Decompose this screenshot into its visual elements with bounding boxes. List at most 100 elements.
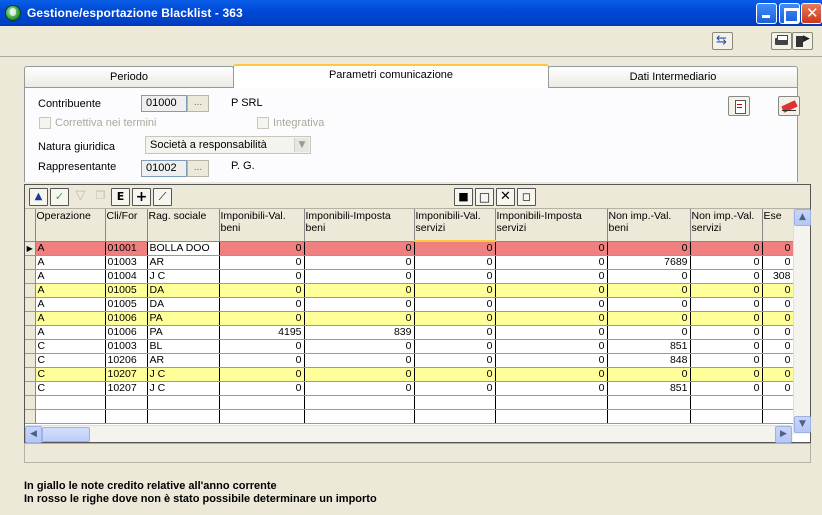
table-cell-v1[interactable]: 0 <box>219 311 305 326</box>
table-cell-op[interactable]: C <box>35 339 106 354</box>
table-cell-v3[interactable]: 0 <box>414 241 496 256</box>
save-icon[interactable]: ■ <box>454 188 473 206</box>
row-indicator[interactable] <box>25 297 36 312</box>
contribuente-lookup-button[interactable]: ... <box>187 95 209 112</box>
table-cell-v3[interactable]: 0 <box>414 283 496 298</box>
table-row[interactable]: A 01006 PA 0 0 0 0 0 0 0 <box>25 311 794 326</box>
table-cell-v5[interactable]: 0 <box>607 269 691 284</box>
scroll-left-icon[interactable]: ◀ <box>25 426 42 443</box>
table-cell-v6[interactable]: 0 <box>690 255 763 270</box>
table-cell-clifor[interactable]: 01004 <box>105 269 148 284</box>
table-cell-v3[interactable]: 0 <box>414 381 496 396</box>
sort-up-icon[interactable]: ▲ <box>29 188 48 206</box>
table-cell-v6[interactable]: 0 <box>690 297 763 312</box>
table-cell-clifor[interactable]: 01005 <box>105 283 148 298</box>
table-cell-v1[interactable]: 0 <box>219 367 305 382</box>
table-cell-v1[interactable]: 0 <box>219 283 305 298</box>
table-cell-v5[interactable]: 0 <box>607 367 691 382</box>
table-row[interactable]: A 01005 DA 0 0 0 0 0 0 0 <box>25 283 794 298</box>
table-cell-v7[interactable]: 0 <box>762 255 794 270</box>
table-cell-rag[interactable]: BOLLA DOO <box>146 240 220 256</box>
table-cell-v5[interactable]: 0 <box>607 325 691 340</box>
swap-icon[interactable] <box>712 32 733 50</box>
scroll-down-icon[interactable]: ▼ <box>794 416 811 433</box>
table-cell-v7[interactable]: 0 <box>762 325 794 340</box>
table-cell-v3[interactable]: 0 <box>414 269 496 284</box>
row-indicator[interactable] <box>25 353 36 368</box>
table-cell-v2[interactable]: 0 <box>304 283 415 298</box>
add-icon[interactable]: + <box>132 188 151 206</box>
table-cell-v7[interactable]: 0 <box>762 311 794 326</box>
row-indicator[interactable] <box>25 367 36 382</box>
current-row-indicator-icon[interactable]: ▶ <box>25 241 36 256</box>
table-row[interactable]: A 01005 DA 0 0 0 0 0 0 0 <box>25 297 794 312</box>
table-cell-v4[interactable]: 0 <box>495 283 608 298</box>
column-header[interactable]: Imponibili-Imposta servizi <box>495 209 608 242</box>
column-header[interactable]: Non imp.-Val. beni <box>607 209 691 242</box>
row-indicator[interactable] <box>25 283 36 298</box>
table-cell-v2[interactable]: 0 <box>304 367 415 382</box>
table-cell-v2[interactable]: 839 <box>304 325 415 340</box>
rappresentante-lookup-button[interactable]: ... <box>187 160 209 177</box>
tab-periodo[interactable]: Periodo <box>24 66 234 87</box>
column-header[interactable]: Cli/For <box>105 209 148 242</box>
table-cell-v1[interactable]: 0 <box>219 255 305 270</box>
delete-icon[interactable]: ✕ <box>496 188 515 206</box>
table-cell-clifor[interactable]: 10206 <box>105 353 148 368</box>
table-cell-rag[interactable]: PA <box>147 325 220 340</box>
table-cell-op[interactable]: A <box>35 269 106 284</box>
table-cell-v3[interactable]: 0 <box>414 339 496 354</box>
table-cell-clifor[interactable]: 10207 <box>105 381 148 396</box>
table-cell-v3[interactable]: 0 <box>414 255 496 270</box>
scroll-up-icon[interactable]: ▲ <box>794 209 811 226</box>
table-cell-v4[interactable]: 0 <box>495 241 608 256</box>
table-cell-v3[interactable]: 0 <box>414 311 496 326</box>
table-row[interactable]: C 10206 AR 0 0 0 0 848 0 0 <box>25 353 794 368</box>
table-cell-v4[interactable]: 0 <box>495 269 608 284</box>
table-cell-rag[interactable]: PA <box>147 311 220 326</box>
export-icon[interactable]: E <box>111 188 130 206</box>
table-cell-op[interactable]: A <box>35 311 106 326</box>
table-cell-v4[interactable]: 0 <box>495 339 608 354</box>
table-cell-v5[interactable]: 7689 <box>607 255 691 270</box>
contribuente-code-field[interactable]: 01000 <box>141 95 187 112</box>
integrativa-checkbox[interactable] <box>257 117 269 129</box>
table-cell-v6[interactable]: 0 <box>690 325 763 340</box>
table-cell-v6[interactable]: 0 <box>690 353 763 368</box>
scroll-right-icon[interactable]: ▶ <box>775 426 792 443</box>
table-cell-v7[interactable]: 0 <box>762 353 794 368</box>
table-cell-rag[interactable]: DA <box>147 297 220 312</box>
table-cell-v5[interactable]: 848 <box>607 353 691 368</box>
table-cell-v6[interactable]: 0 <box>690 311 763 326</box>
table-cell-v7[interactable]: 0 <box>762 297 794 312</box>
table-cell-v1[interactable]: 0 <box>219 353 305 368</box>
table-cell-rag[interactable]: J C <box>147 269 220 284</box>
table-cell-v4[interactable]: 0 <box>495 255 608 270</box>
table-cell-clifor[interactable]: 01006 <box>105 325 148 340</box>
magic-wand-icon[interactable]: ⟋ <box>153 188 172 206</box>
table-cell-v3[interactable]: 0 <box>414 367 496 382</box>
table-cell-v7[interactable]: 0 <box>762 381 794 396</box>
table-cell-v1[interactable]: 0 <box>219 269 305 284</box>
table-cell-v3[interactable]: 0 <box>414 297 496 312</box>
minimize-button[interactable] <box>756 3 777 24</box>
table-cell-v5[interactable]: 0 <box>607 311 691 326</box>
table-cell-v6[interactable]: 0 <box>690 339 763 354</box>
table-cell-v2[interactable]: 0 <box>304 297 415 312</box>
table-cell-v5[interactable]: 0 <box>607 297 691 312</box>
row-indicator[interactable] <box>25 255 36 270</box>
column-header[interactable]: Imponibili-Val. servizi <box>414 209 496 242</box>
column-header[interactable]: Rag. sociale <box>147 209 220 242</box>
table-cell-v4[interactable]: 0 <box>495 325 608 340</box>
vertical-scrollbar[interactable]: ▲ ▼ <box>793 209 811 434</box>
table-cell-v4[interactable]: 0 <box>495 353 608 368</box>
tab-parametri-comunicazione[interactable]: Parametri comunicazione <box>233 64 549 88</box>
table-cell-v4[interactable]: 0 <box>495 381 608 396</box>
table-cell-v1[interactable]: 0 <box>219 241 305 256</box>
table-cell-v2[interactable]: 0 <box>304 381 415 396</box>
column-header[interactable]: Operazione <box>35 209 106 242</box>
table-cell-op[interactable]: C <box>35 367 106 382</box>
table-cell-rag[interactable]: AR <box>147 255 220 270</box>
table-cell-rag[interactable]: AR <box>147 353 220 368</box>
table-cell-v4[interactable]: 0 <box>495 367 608 382</box>
